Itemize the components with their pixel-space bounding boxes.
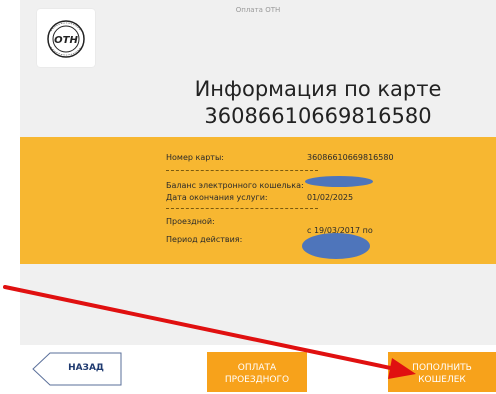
balance-label: Баланс электронного кошелька:: [166, 181, 304, 190]
redacted-balance: [305, 176, 373, 187]
card-number-heading: 36086610669816580: [204, 104, 432, 128]
kiosk-screen: Оплата ОТН ОТН Информация по карте 36086…: [20, 0, 496, 345]
top-up-label-2: КОШЕЛЕК: [418, 375, 466, 385]
otn-logo: ОТН: [37, 9, 95, 67]
card-number-label: Номер карты:: [166, 153, 224, 162]
end-date-label: Дата окончания услуги:: [166, 193, 268, 202]
back-button-label: НАЗАД: [68, 363, 104, 373]
divider: [166, 208, 318, 209]
end-date-value: 01/02/2025: [307, 193, 354, 202]
back-button[interactable]: НАЗАД: [32, 352, 122, 386]
period-label: Период действия:: [166, 235, 243, 244]
card-info-panel: Номер карты: 36086610669816580 Баланс эл…: [20, 137, 496, 264]
divider: [166, 170, 318, 171]
info-heading: Информация по карте: [194, 77, 442, 101]
pay-pass-label-2: ПРОЕЗДНОГО: [224, 375, 290, 385]
card-number-value: 36086610669816580: [307, 153, 394, 162]
top-up-label-1: ПОПОЛНИТЬ: [412, 363, 472, 373]
pass-label: Проездной:: [166, 217, 215, 226]
logo-text: ОТН: [54, 35, 78, 46]
pay-pass-button[interactable]: ОПЛАТА ПРОЕЗДНОГО: [207, 352, 307, 392]
pay-pass-label-1: ОПЛАТА: [237, 363, 277, 373]
top-up-wallet-button[interactable]: ПОПОЛНИТЬ КОШЕЛЕК: [388, 352, 496, 392]
redacted-period: [302, 233, 370, 259]
